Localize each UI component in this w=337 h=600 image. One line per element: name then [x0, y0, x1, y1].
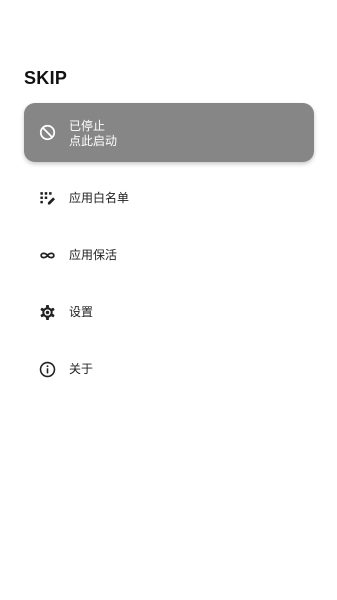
service-status-card[interactable]: 已停止 点此启动 — [24, 103, 314, 162]
status-label: 已停止 — [69, 119, 106, 133]
menu-label-settings: 设置 — [69, 305, 94, 319]
menu-item-keep-alive[interactable]: 应用保活 — [24, 235, 314, 275]
dialpad-edit-icon — [38, 189, 57, 208]
block-icon — [38, 123, 57, 142]
info-icon — [38, 360, 57, 379]
infinity-icon — [38, 246, 57, 265]
menu-label-app-whitelist: 应用白名单 — [69, 191, 130, 205]
menu-label-about: 关于 — [69, 362, 94, 376]
menu-item-settings[interactable]: 设置 — [24, 292, 314, 332]
menu-item-about[interactable]: 关于 — [24, 349, 314, 389]
gear-icon — [38, 303, 57, 322]
start-hint: 点此启动 — [69, 134, 118, 148]
status-text: 已停止 点此启动 — [69, 119, 117, 149]
main-screen: SKIP 已停止 点此启动 应用白名单 应用保活 设置 关于 — [0, 0, 337, 600]
app-title: SKIP — [24, 68, 68, 88]
menu-item-app-whitelist[interactable]: 应用白名单 — [24, 178, 314, 218]
menu-label-keep-alive: 应用保活 — [69, 248, 118, 262]
